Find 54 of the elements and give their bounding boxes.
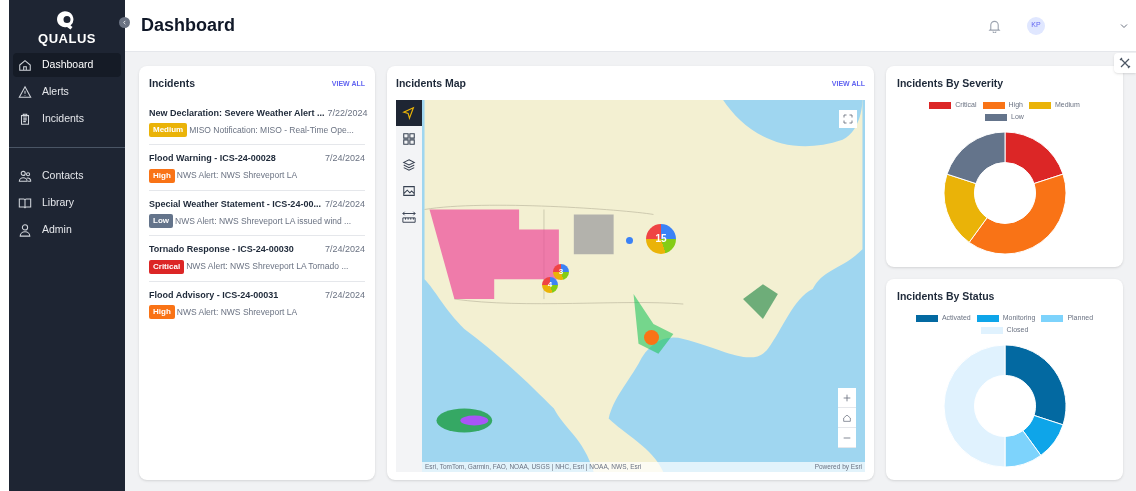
incident-date: 7/22/2024 (327, 106, 368, 120)
bell-icon[interactable] (988, 18, 1001, 33)
tools-button[interactable] (1114, 53, 1136, 73)
nav-item[interactable]: Admin (13, 218, 121, 242)
home-icon (842, 412, 852, 423)
image-icon (402, 183, 416, 198)
plus-icon (842, 392, 852, 403)
card-title: Incidents (149, 76, 196, 91)
chevron-left-icon (122, 20, 127, 25)
collapse-button[interactable] (119, 17, 130, 28)
chevron-down-icon[interactable] (1120, 22, 1128, 29)
card-title: Incidents Map (396, 76, 466, 91)
severity-badge: Low (149, 214, 173, 229)
nav-item[interactable]: Alerts (13, 80, 121, 104)
incident-description: MISO Notification: MISO - Real-Time Ope... (189, 123, 354, 137)
incident-description: NWS Alert: NWS Shreveport LA (176, 305, 298, 319)
book-icon (18, 196, 32, 210)
nav-item[interactable]: Incidents (13, 107, 121, 131)
incident-title[interactable]: New Declaration: Severe Weather Alert ... (149, 106, 325, 121)
severity-badge: High (149, 168, 175, 183)
home-icon (18, 58, 32, 72)
ruler-icon (402, 209, 416, 224)
incident-date: 7/24/2024 (324, 288, 365, 302)
incident-title[interactable]: Flood Warning - ICS-24-00028 (149, 152, 276, 166)
severity-badge: High (149, 305, 175, 320)
card-title: Incidents By Severity (897, 76, 1004, 91)
tools-icon (1119, 57, 1131, 69)
nav-item[interactable]: Contacts (13, 164, 121, 188)
grid-icon (402, 131, 416, 146)
incident-date: 7/24/2024 (324, 152, 365, 166)
incident-description: NWS Alert: NWS Shreveport LA (176, 169, 298, 183)
incident-title[interactable]: Tornado Response - ICS-24-00030 (149, 243, 294, 257)
expand-icon (843, 113, 853, 124)
card-title: Incidents By Status (897, 289, 995, 304)
severity-badge: Medium (149, 123, 188, 138)
incident-title[interactable]: Special Weather Statement - ICS-24-00... (149, 197, 321, 212)
page-title: Dashboard (141, 14, 237, 37)
map-tool-button[interactable] (396, 99, 422, 126)
incident-date: 7/24/2024 (324, 197, 365, 211)
incident-date: 7/24/2024 (324, 243, 365, 257)
layers-icon (402, 157, 416, 172)
incident-title[interactable]: Flood Advisory - ICS-24-00031 (149, 288, 279, 303)
nav-item[interactable]: Dashboard (13, 53, 121, 77)
incident-description: NWS Alert: NWS Shreveport LA Tornado ... (186, 260, 349, 274)
logo-wordmark: QUALUS (38, 32, 96, 45)
severity-badge: Critical (149, 259, 185, 274)
people-icon (18, 169, 32, 183)
person-icon (18, 223, 32, 237)
clipboard-icon (18, 112, 32, 126)
incident-description: NWS Alert: NWS Shreveport LA issued wind ... (175, 214, 352, 228)
warning-icon (18, 85, 32, 99)
navigate-icon (402, 105, 416, 120)
nav-item[interactable]: Library (13, 191, 121, 215)
point-marker[interactable] (626, 236, 633, 244)
